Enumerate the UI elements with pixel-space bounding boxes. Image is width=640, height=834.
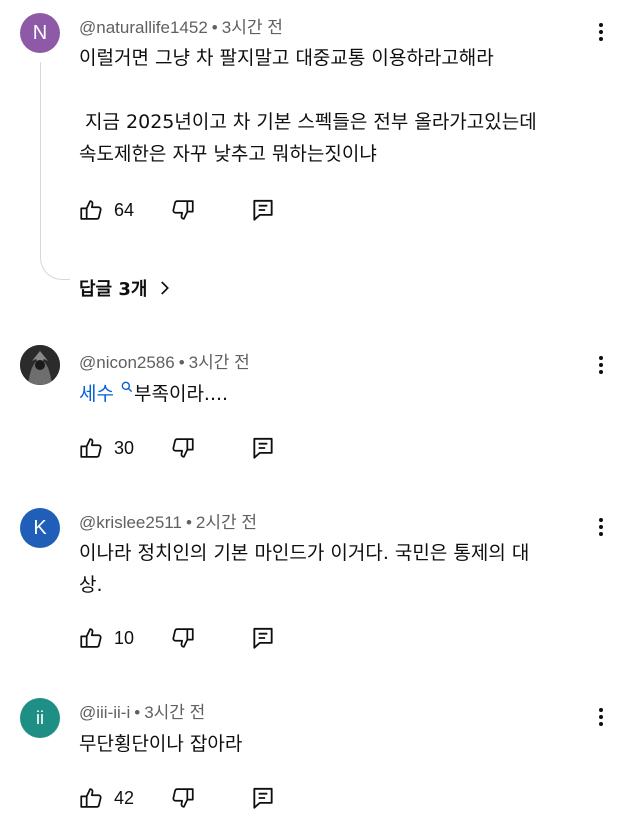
- avatar[interactable]: N: [20, 13, 60, 53]
- comment-meta: @iii-ii-i • 3시간 전: [79, 698, 205, 723]
- avatar[interactable]: K: [20, 508, 60, 548]
- author-handle[interactable]: @iii-ii-i: [79, 703, 130, 722]
- comment-line: 상.: [79, 574, 103, 596]
- thumbs-up-icon: [78, 785, 104, 811]
- reply-button[interactable]: [250, 783, 276, 813]
- thumbs-up-icon: [78, 197, 104, 223]
- comment-thread: ii @iii-ii-i • 3시간 전 무단횡단이나 잡아라 42: [0, 690, 640, 830]
- meta-separator: •: [185, 513, 192, 532]
- avatar-letter: N: [32, 21, 48, 44]
- chevron-right-icon: [161, 281, 170, 295]
- like-count: 30: [114, 437, 135, 458]
- comment-time[interactable]: 2시간 전: [196, 513, 257, 532]
- avatar-letter: K: [33, 516, 47, 539]
- reply-icon: [250, 435, 276, 461]
- comment-text-suffix: 부족이라....: [134, 383, 229, 405]
- like-count: 42: [114, 787, 135, 808]
- thumbs-down-icon: [170, 625, 196, 651]
- search-icon[interactable]: [120, 380, 134, 394]
- like-button[interactable]: 64: [78, 195, 134, 225]
- meta-separator: •: [134, 703, 141, 722]
- thumbs-up-icon: [78, 625, 104, 651]
- comment-meta: @naturallife1452 • 3시간 전: [79, 13, 283, 38]
- reply-button[interactable]: [250, 433, 276, 463]
- thumbs-down-icon: [170, 785, 196, 811]
- meta-separator: •: [178, 353, 185, 372]
- comment-actions: 64: [78, 195, 338, 225]
- thumbs-up-icon: [78, 435, 104, 461]
- dislike-button[interactable]: [170, 783, 196, 813]
- comment-line: 속도제한은 자꾸 낮추고 뭐하는짓이냐: [79, 143, 377, 165]
- comment-line: 지금 2025년이고 차 기본 스펙들은 전부 올라가고있는데: [79, 111, 537, 133]
- more-options-button[interactable]: [586, 350, 616, 380]
- avatar-letter: ii: [36, 707, 44, 728]
- like-button[interactable]: 10: [78, 623, 134, 653]
- thumbs-down-icon: [170, 197, 196, 223]
- comment-actions: 10: [78, 623, 338, 653]
- comment-line: [79, 74, 600, 106]
- like-count: 64: [114, 199, 135, 220]
- comment-text: 이럴거면 그냥 차 팔지말고 대중교통 이용하라고해라 지금 2025년이고 차…: [79, 42, 600, 170]
- comment-line: 이나라 정치인의 기본 마인드가 이거다. 국민은 통제의 대: [79, 542, 530, 564]
- comment-thread: @nicon2586 • 3시간 전 세수 부족이라.... 30: [0, 340, 640, 470]
- comment-time[interactable]: 3시간 전: [222, 18, 283, 37]
- kebab-icon: [589, 353, 613, 377]
- thread-connector-line: [40, 62, 70, 280]
- comment-text: 무단횡단이나 잡아라: [79, 728, 600, 760]
- view-replies-button[interactable]: 답글 3개: [79, 275, 173, 301]
- meta-separator: •: [211, 18, 218, 37]
- reply-icon: [250, 197, 276, 223]
- reply-icon: [250, 625, 276, 651]
- dislike-button[interactable]: [170, 433, 196, 463]
- search-link[interactable]: 세수: [79, 383, 114, 405]
- avatar-image: [20, 345, 60, 385]
- reply-button[interactable]: [250, 195, 276, 225]
- reply-button[interactable]: [250, 623, 276, 653]
- kebab-icon: [589, 705, 613, 729]
- comment-actions: 30: [78, 433, 338, 463]
- comment-thread: N @naturallife1452 • 3시간 전 이럴거면 그냥 차 팔지말고 …: [0, 0, 640, 300]
- comment-thread: K @krislee2511 • 2시간 전 이나라 정치인의 기본 마인드가 이거…: [0, 500, 640, 670]
- dislike-button[interactable]: [170, 623, 196, 653]
- thumbs-down-icon: [170, 435, 196, 461]
- author-handle[interactable]: @naturallife1452: [79, 18, 208, 37]
- comment-actions: 42: [78, 783, 338, 813]
- comment-line: 무단횡단이나 잡아라: [79, 733, 243, 755]
- comment-line: 이럴거면 그냥 차 팔지말고 대중교통 이용하라고해라: [79, 47, 494, 69]
- comment-meta: @krislee2511 • 2시간 전: [79, 508, 257, 533]
- like-button[interactable]: 30: [78, 433, 134, 463]
- author-handle[interactable]: @nicon2586: [79, 353, 175, 372]
- avatar[interactable]: ii: [20, 698, 60, 738]
- replies-label: 답글 3개: [79, 279, 148, 300]
- avatar[interactable]: [20, 345, 60, 385]
- comment-text: 이나라 정치인의 기본 마인드가 이거다. 국민은 통제의 대 상.: [79, 537, 600, 601]
- comment-text: 세수 부족이라....: [79, 378, 600, 410]
- kebab-icon: [589, 20, 613, 44]
- comment-time[interactable]: 3시간 전: [189, 353, 250, 372]
- like-count: 10: [114, 627, 135, 648]
- comment-time[interactable]: 3시간 전: [144, 703, 205, 722]
- dislike-button[interactable]: [170, 195, 196, 225]
- reply-icon: [250, 785, 276, 811]
- kebab-icon: [589, 515, 613, 539]
- like-button[interactable]: 42: [78, 783, 134, 813]
- comment-meta: @nicon2586 • 3시간 전: [79, 348, 250, 373]
- author-handle[interactable]: @krislee2511: [79, 513, 182, 532]
